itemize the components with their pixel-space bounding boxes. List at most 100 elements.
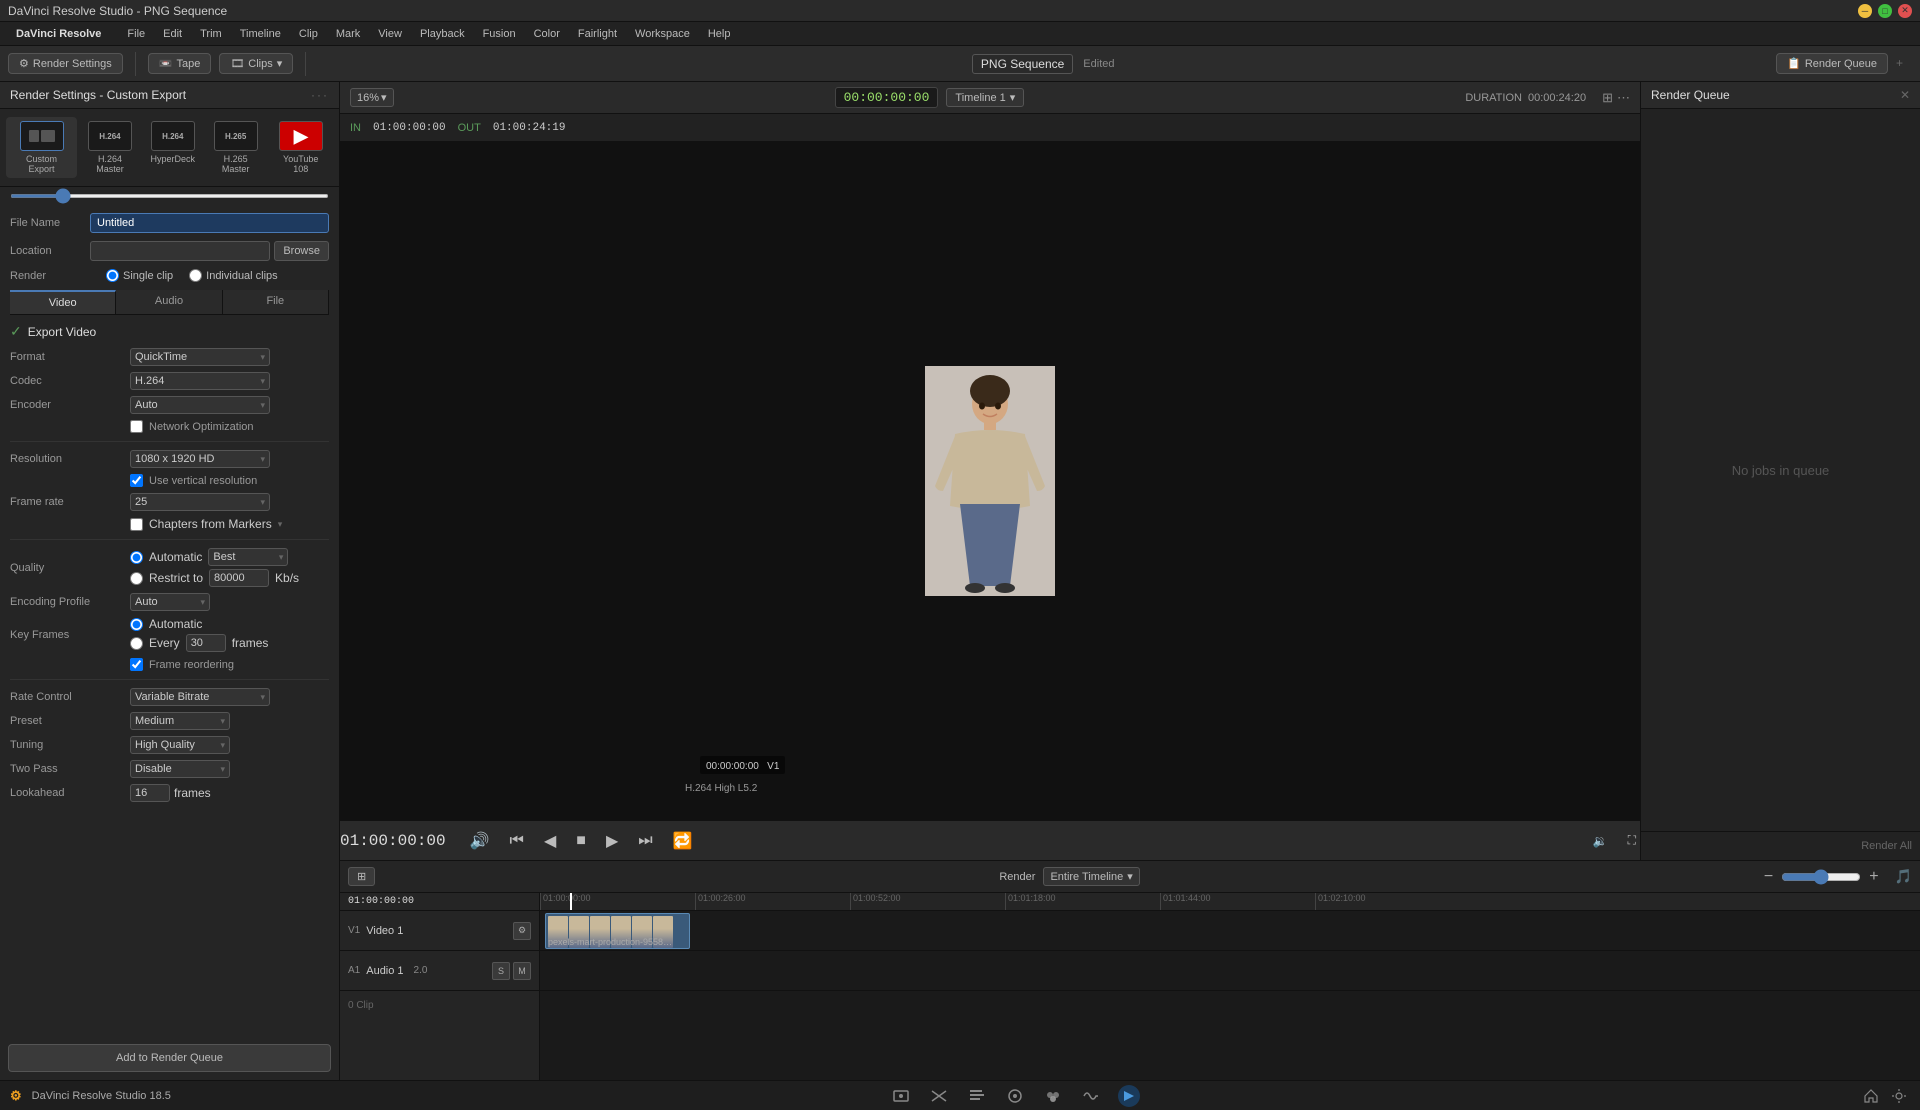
play-button[interactable]: ▶ [602, 827, 622, 855]
individual-clips-radio[interactable] [189, 269, 202, 282]
codec-select[interactable]: H.264 ▾ [130, 372, 270, 390]
preset-scroll-slider[interactable] [10, 194, 329, 198]
close-button[interactable]: ✕ [1898, 4, 1912, 18]
keyframes-every-radio[interactable] [130, 637, 143, 650]
timeline-audio-icon[interactable]: 🎵 [1895, 868, 1912, 885]
menu-view[interactable]: View [370, 26, 410, 42]
encoding-profile-select[interactable]: Auto ▾ [130, 593, 210, 611]
tab-audio[interactable]: Audio [116, 290, 222, 314]
individual-clips-option[interactable]: Individual clips [189, 269, 278, 282]
tab-video[interactable]: Video [10, 290, 116, 314]
add-queue-icon[interactable]: + [1896, 56, 1912, 72]
menu-playback[interactable]: Playback [412, 26, 473, 42]
minimize-button[interactable]: ─ [1858, 4, 1872, 18]
a1-s-button[interactable]: S [492, 962, 510, 980]
panel-options-button[interactable]: ··· [311, 88, 329, 102]
add-to-render-queue-button[interactable]: Add to Render Queue [8, 1044, 331, 1072]
single-clip-radio[interactable] [106, 269, 119, 282]
menu-help[interactable]: Help [700, 26, 739, 42]
frame-reordering-checkbox[interactable] [130, 658, 143, 671]
preset-h264master[interactable]: H.264 H.264 Master [77, 117, 143, 178]
nav-deliver-icon[interactable] [1118, 1085, 1140, 1107]
preset-select[interactable]: Medium ▾ [130, 712, 230, 730]
nav-home-icon[interactable] [1860, 1085, 1882, 1107]
quality-kbps-input[interactable] [209, 569, 269, 587]
go-to-end-button[interactable]: ⏭ [634, 828, 656, 854]
nav-fusion-icon[interactable] [1004, 1085, 1026, 1107]
playback-controls: 01:00:00:00 🔊 ⏮ ◀ ■ ▶ ⏭ 🔁 🔉 ⛶ [340, 820, 1640, 860]
filename-input[interactable] [90, 213, 329, 233]
render-settings-button[interactable]: ⚙ Render Settings [8, 53, 123, 74]
keyframes-auto-radio[interactable] [130, 618, 143, 631]
nav-cut-icon[interactable] [928, 1085, 950, 1107]
single-clip-option[interactable]: Single clip [106, 269, 173, 282]
menu-timeline[interactable]: Timeline [232, 26, 289, 42]
quality-auto-radio[interactable] [130, 551, 143, 564]
menu-file[interactable]: File [119, 26, 153, 42]
network-optimization-checkbox[interactable] [130, 420, 143, 433]
v1-settings-button[interactable]: ⚙ [513, 922, 531, 940]
nav-fairlight-icon[interactable] [1080, 1085, 1102, 1107]
two-pass-select[interactable]: Disable ▾ [130, 760, 230, 778]
encoder-select[interactable]: Auto ▾ [130, 396, 270, 414]
keyframes-every-input[interactable] [186, 634, 226, 652]
menu-fairlight[interactable]: Fairlight [570, 26, 625, 42]
preview-expand-icon[interactable]: ⋯ [1617, 90, 1630, 106]
resolution-select[interactable]: 1080 x 1920 HD ▾ [130, 450, 270, 468]
lookahead-input[interactable] [130, 784, 170, 802]
step-back-button[interactable]: ◀ [540, 827, 560, 855]
location-input[interactable] [90, 241, 270, 261]
queue-close-button[interactable]: ✕ [1900, 88, 1910, 102]
nav-media-icon[interactable] [890, 1085, 912, 1107]
a1-m-button[interactable]: M [513, 962, 531, 980]
menu-edit[interactable]: Edit [155, 26, 190, 42]
preset-youtube[interactable]: ▶ YouTube 108 [268, 117, 333, 178]
browse-button[interactable]: Browse [274, 241, 329, 261]
timeline-ruler-area: 01:00:00:00 01:00:26:00 01:00:52:00 01:0… [540, 893, 1920, 1080]
quality-best-select[interactable]: Best ▾ [208, 548, 288, 566]
preset-hyperdeck[interactable]: H.264 HyperDeck [143, 117, 203, 178]
rate-control-select[interactable]: Variable Bitrate ▾ [130, 688, 270, 706]
video-clip[interactable]: pexels-mart-production-9558198 ... [545, 913, 690, 949]
menu-clip[interactable]: Clip [291, 26, 326, 42]
menu-workspace[interactable]: Workspace [627, 26, 698, 42]
format-select[interactable]: QuickTime ▾ [130, 348, 270, 366]
timeline-zoom-out-button[interactable]: − [1764, 868, 1773, 886]
menu-mark[interactable]: Mark [328, 26, 368, 42]
location-row: Location Browse [10, 241, 329, 261]
zoom-selector[interactable]: 16% ▾ [350, 88, 394, 107]
nav-color-icon[interactable] [1042, 1085, 1064, 1107]
use-vertical-checkbox[interactable] [130, 474, 143, 487]
maximize-button[interactable]: □ [1878, 4, 1892, 18]
menu-fusion[interactable]: Fusion [475, 26, 524, 42]
clips-button[interactable]: 🎞 Clips ▾ [219, 53, 293, 74]
timeline-grid-button[interactable]: ⊞ [348, 867, 375, 886]
render-all-button[interactable]: Render All [1861, 840, 1912, 852]
volume-button[interactable]: 🔊 [466, 827, 494, 855]
render-range-select[interactable]: Entire Timeline ▾ [1043, 867, 1139, 886]
nav-settings-icon[interactable] [1888, 1085, 1910, 1107]
chapters-checkbox[interactable] [130, 518, 143, 531]
tab-file[interactable]: File [223, 290, 329, 314]
nav-edit-icon[interactable] [966, 1085, 988, 1107]
bottom-nav-left: ⚙ DaVinci Resolve Studio 18.5 [10, 1088, 171, 1104]
loop-button[interactable]: 🔁 [669, 827, 697, 855]
tape-button[interactable]: 📼 Tape [148, 53, 212, 74]
preview-options-icon[interactable]: ⊞ [1602, 90, 1613, 106]
timeline-zoom-slider[interactable] [1781, 869, 1861, 885]
framerate-select[interactable]: 25 ▾ [130, 493, 270, 511]
menu-trim[interactable]: Trim [192, 26, 230, 42]
timeline-zoom-in-button[interactable]: + [1869, 868, 1878, 886]
preset-custom[interactable]: Custom Export [6, 117, 77, 178]
stop-button[interactable]: ■ [572, 828, 590, 854]
menu-color[interactable]: Color [526, 26, 568, 42]
quality-restrict-radio[interactable] [130, 572, 143, 585]
render-queue-button[interactable]: 📋 Render Queue [1776, 53, 1888, 74]
timeline-selector[interactable]: Timeline 1 ▾ [946, 88, 1024, 107]
full-screen-button[interactable]: ⛶ [1624, 829, 1640, 852]
preset-h265master[interactable]: H.265 H.265 Master [203, 117, 269, 178]
go-to-start-button[interactable]: ⏮ [506, 828, 528, 854]
audio-settings-button[interactable]: 🔉 [1589, 830, 1612, 852]
tuning-select[interactable]: High Quality ▾ [130, 736, 230, 754]
menu-brand[interactable]: DaVinci Resolve [8, 26, 109, 42]
